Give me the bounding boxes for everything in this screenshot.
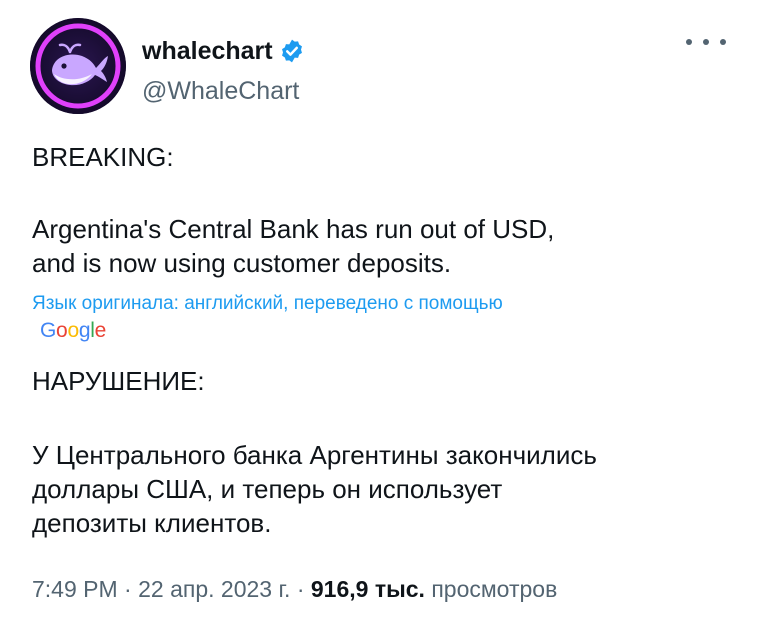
avatar[interactable] bbox=[30, 18, 126, 114]
meta-separator: · bbox=[296, 576, 311, 602]
original-heading: BREAKING: bbox=[32, 142, 174, 172]
views-count: 916,9 тыс. bbox=[310, 576, 425, 602]
tweet: whalechart @WhaleChart BREAKING: Argenti… bbox=[0, 0, 758, 631]
tweet-meta: 7:49 PM · 22 апр. 2023 г. · 916,9 тыс. п… bbox=[32, 574, 557, 604]
tweet-date[interactable]: 22 апр. 2023 г. bbox=[138, 576, 290, 602]
tweet-header: whalechart @WhaleChart bbox=[30, 18, 730, 118]
original-body: Argentina's Central Bank has run out of … bbox=[32, 214, 555, 278]
author-display-name[interactable]: whalechart bbox=[142, 36, 273, 66]
author-handle[interactable]: @WhaleChart bbox=[142, 76, 299, 106]
more-dot bbox=[703, 39, 709, 45]
translated-body: У Центрального банка Аргентины закончили… bbox=[32, 440, 597, 538]
google-logo[interactable]: Google bbox=[40, 318, 106, 344]
author-name-row[interactable]: whalechart bbox=[142, 36, 305, 66]
translation-note[interactable]: Язык оригинала: английский, переведено с… bbox=[32, 292, 503, 316]
views-label: просмотров bbox=[431, 576, 558, 602]
more-dot bbox=[686, 39, 692, 45]
more-options-icon[interactable] bbox=[686, 34, 726, 50]
tweet-time[interactable]: 7:49 PM bbox=[32, 576, 118, 602]
meta-separator: · bbox=[124, 576, 139, 602]
translated-heading: НАРУШЕНИЕ: bbox=[32, 366, 205, 396]
more-dot bbox=[720, 39, 726, 45]
verified-badge-icon bbox=[279, 38, 305, 64]
whale-icon bbox=[30, 18, 126, 114]
